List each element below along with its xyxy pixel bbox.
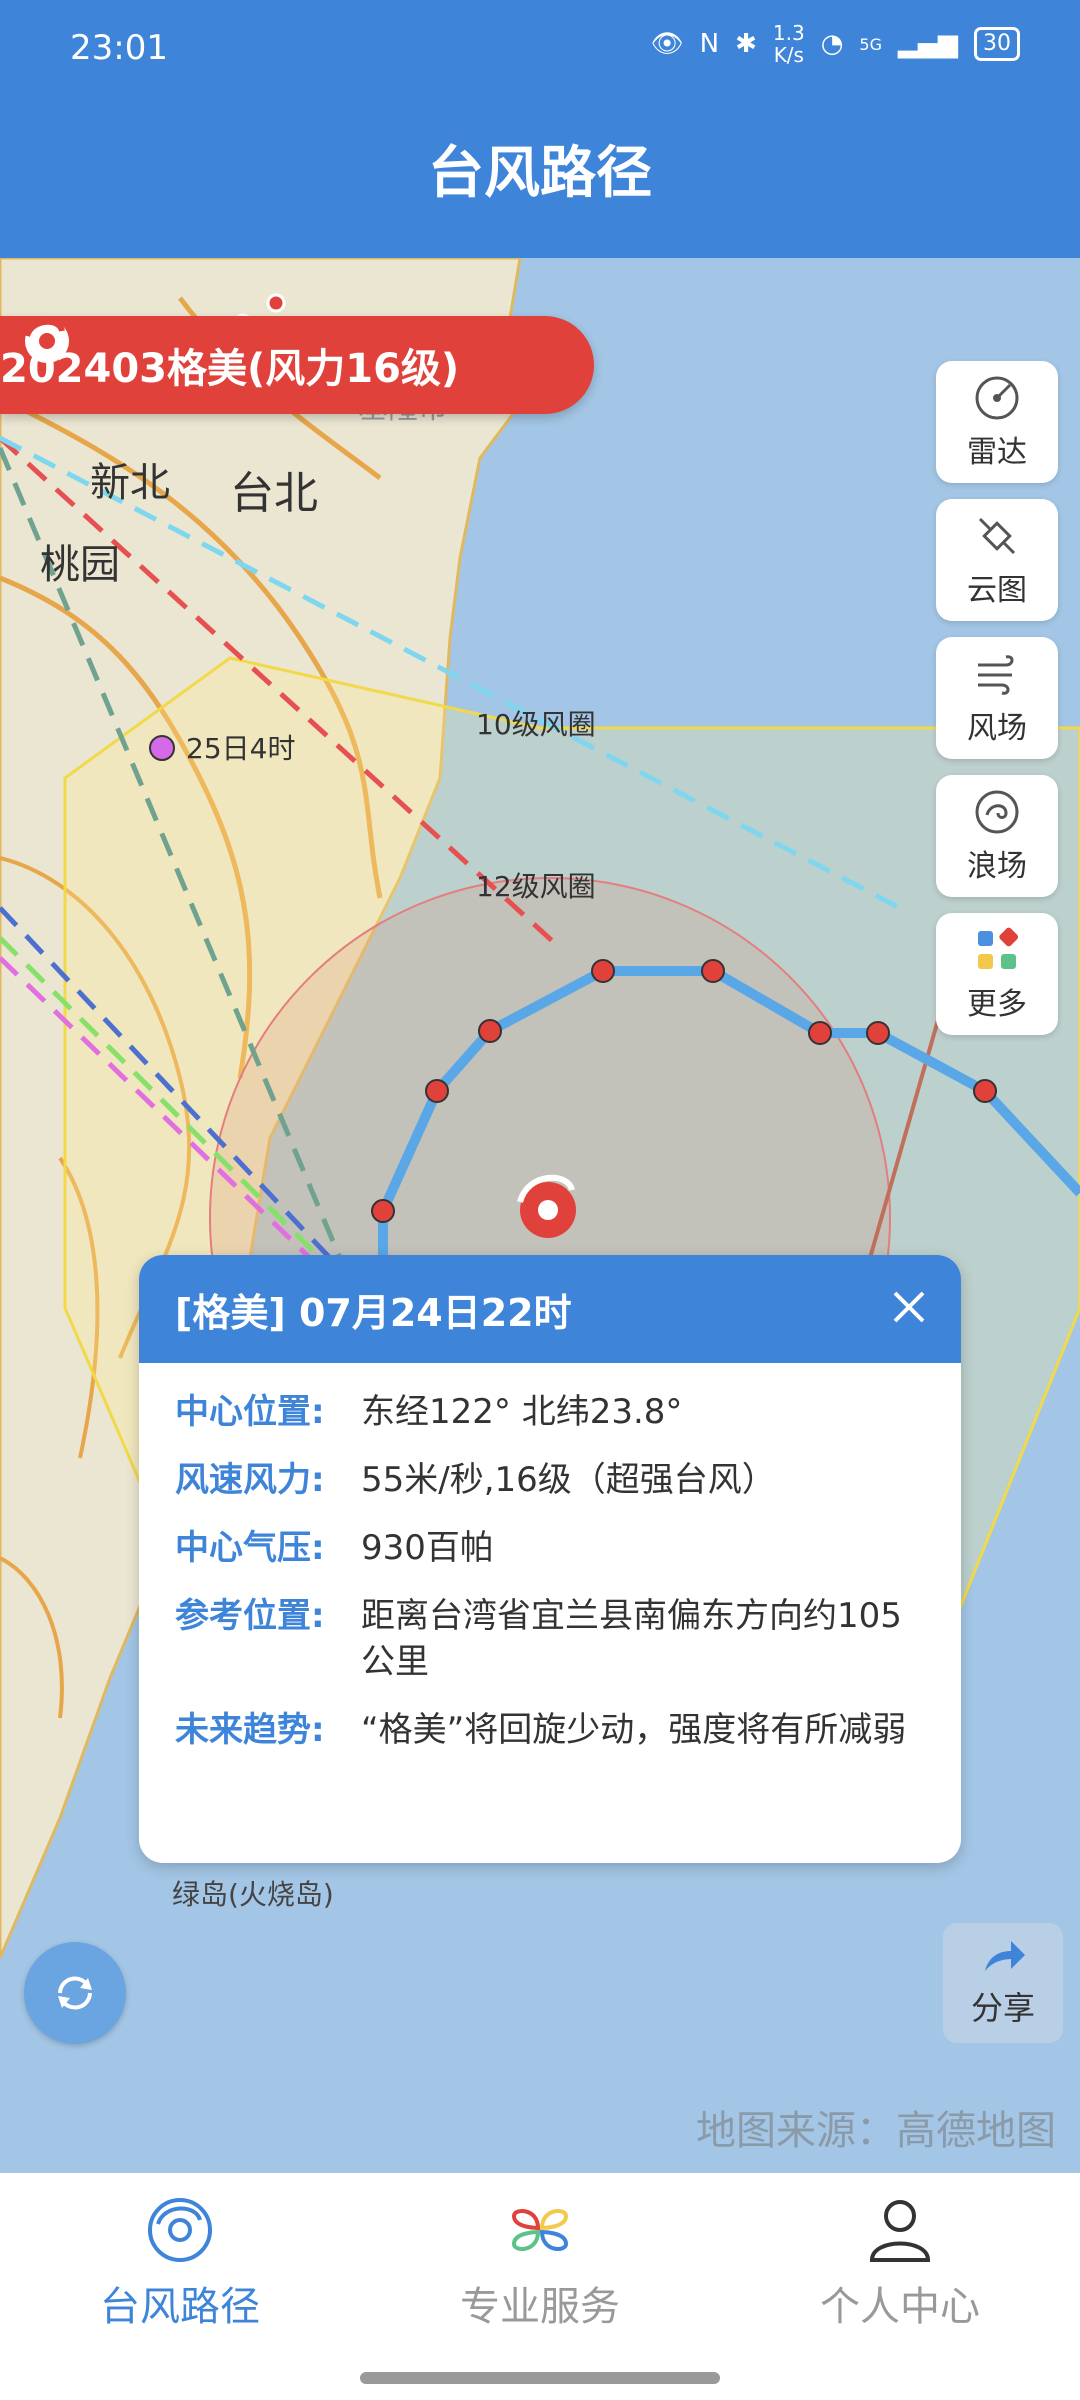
bottom-nav: 台风路径 专业服务 个人中心 xyxy=(0,2173,1080,2353)
tool-more[interactable]: 更多 xyxy=(936,913,1058,1035)
popup-header: [格美] 07月24日22时 xyxy=(139,1255,961,1363)
typhoon-nav-icon xyxy=(148,2198,212,2262)
map-canvas[interactable]: 基隆市 新北 台北 桃园 25日4时 10级风圈 12级风圈 xyxy=(0,258,1080,2173)
refresh-icon xyxy=(58,1976,92,2010)
nfc-icon: N xyxy=(699,29,720,59)
info-row-trend: 未来趋势: “格美”将回旋少动，强度将有所减弱 xyxy=(175,1710,907,1750)
typhoon-banner[interactable]: 202403格美(风力16级) xyxy=(0,316,594,414)
info-row-position: 中心位置: 东经122° 北纬23.8° xyxy=(175,1392,683,1432)
share-button[interactable]: 分享 xyxy=(943,1923,1063,2043)
eye-icon: 👁 xyxy=(650,29,684,59)
map-view[interactable]: 基隆市 新北 台北 桃园 25日4时 10级风圈 12级风圈 202403格美(… xyxy=(0,258,1080,2173)
map-source: 地图来源：高德地图 xyxy=(696,2108,1056,2154)
status-bar: 23:01 👁 N ✱ 1.3 K/s ◔ 5G ▂▄▆ 30 xyxy=(0,0,1080,90)
nav-professional-service[interactable]: 专业服务 xyxy=(360,2173,720,2353)
wave-icon xyxy=(975,790,1019,834)
nav-typhoon-track[interactable]: 台风路径 xyxy=(0,2173,360,2353)
nav-personal-center[interactable]: 个人中心 xyxy=(720,2173,1080,2353)
service-nav-icon xyxy=(511,2209,569,2251)
more-icon xyxy=(978,927,1019,969)
status-icons: 👁 N ✱ 1.3 K/s ◔ 5G ▂▄▆ 30 xyxy=(651,22,1020,66)
close-button[interactable] xyxy=(887,1285,931,1329)
info-row-reference: 参考位置: 距离台湾省宜兰县南偏东方向约105公里 xyxy=(175,1596,902,1682)
home-indicator[interactable] xyxy=(360,2372,720,2384)
typhoon-icon xyxy=(24,318,69,363)
side-tools: 雷达 云图 风场 浪场 更多 xyxy=(936,361,1058,1051)
network-speed: 1.3 K/s xyxy=(772,21,805,67)
popup-title: [格美] 07月24日22时 xyxy=(175,1290,572,1335)
wifi-icon: ◔ xyxy=(820,29,844,59)
label-taipei: 台北 xyxy=(230,468,318,519)
tool-radar[interactable]: 雷达 xyxy=(936,361,1058,483)
label-wind12: 12级风圈 xyxy=(476,870,596,903)
typhoon-info-popup: [格美] 07月24日22时 中心位置: 东经122° 北纬23.8° 风速风力… xyxy=(139,1255,961,1863)
user-nav-icon xyxy=(869,2200,931,2262)
label-taoyuan: 桃园 xyxy=(40,542,120,588)
close-icon xyxy=(893,1291,925,1323)
tool-wave[interactable]: 浪场 xyxy=(936,775,1058,897)
signal-icon: ▂▄▆ xyxy=(898,29,958,59)
wind-icon xyxy=(978,655,1014,695)
label-point-time: 25日4时 xyxy=(186,732,295,765)
battery-icon: 30 xyxy=(974,27,1020,61)
title-bar: 台风路径 xyxy=(0,90,1080,258)
bluetooth-icon: ✱ xyxy=(735,29,757,59)
share-icon xyxy=(985,1941,1025,1971)
label-new-taipei: 新北 xyxy=(90,460,170,506)
label-green-island: 绿岛(火烧岛) xyxy=(172,1878,334,1911)
info-row-wind: 风速风力: 55米/秒,16级（超强台风） xyxy=(175,1460,776,1500)
tool-wind[interactable]: 风场 xyxy=(936,637,1058,759)
radar-icon xyxy=(975,376,1019,420)
tool-cloud[interactable]: 云图 xyxy=(936,499,1058,621)
label-wind10: 10级风圈 xyxy=(476,708,596,741)
status-time: 23:01 xyxy=(70,28,168,68)
popup-body: 中心位置: 东经122° 北纬23.8° 风速风力: 55米/秒,16级（超强台… xyxy=(139,1363,961,1753)
typhoon-center-icon xyxy=(517,1174,576,1238)
signal-label: 5G xyxy=(859,34,882,54)
page-title: 台风路径 xyxy=(428,141,652,206)
info-row-pressure: 中心气压: 930百帕 xyxy=(175,1528,494,1568)
refresh-button[interactable] xyxy=(24,1942,126,2044)
satellite-icon xyxy=(978,517,1016,555)
